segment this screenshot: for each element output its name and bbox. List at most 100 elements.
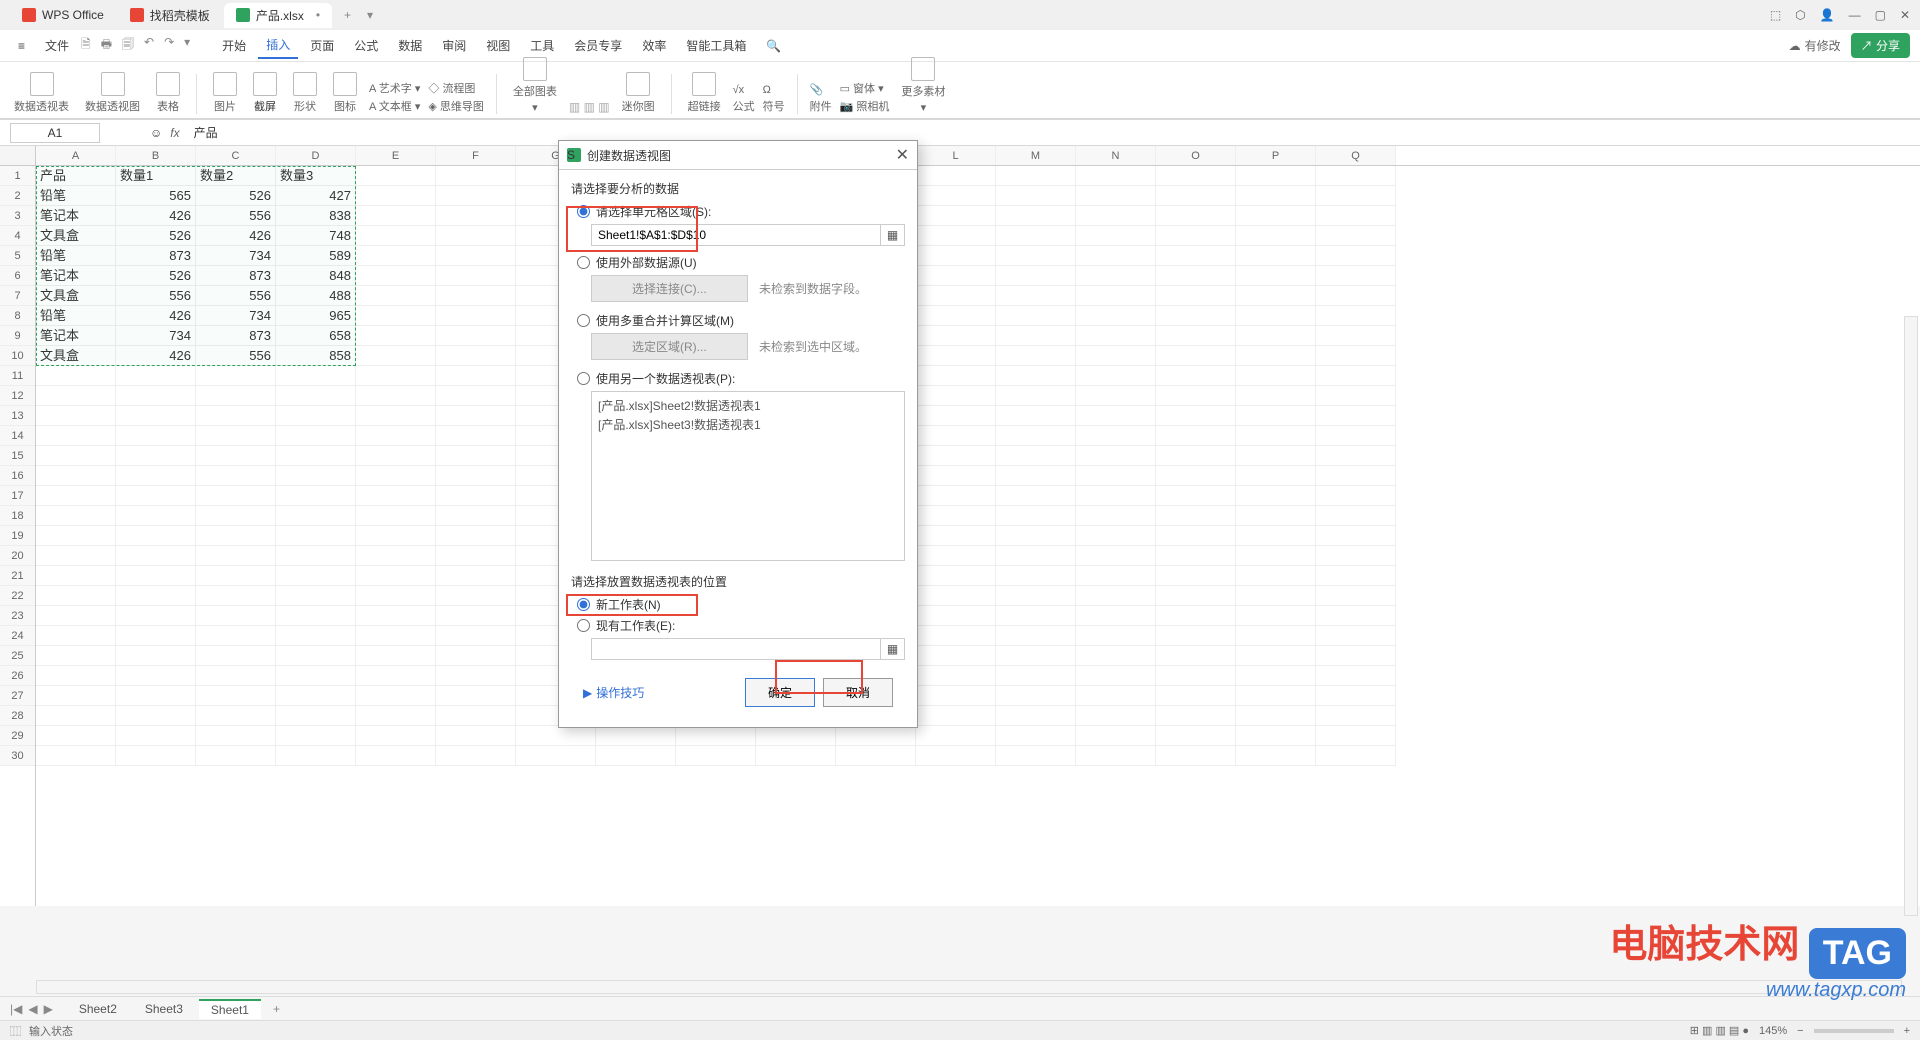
cell[interactable] [996,166,1076,186]
cell[interactable]: 488 [276,286,356,306]
cell[interactable] [996,466,1076,486]
tips-link[interactable]: ▶ 操作技巧 [583,684,644,701]
cell[interactable] [436,246,516,266]
status-view-icons[interactable]: ⊞ ▥ ▥ ▤ ● [1690,1024,1749,1037]
pivot-list-item[interactable]: [产品.xlsx]Sheet2!数据透视表1 [596,396,900,415]
cell[interactable] [1236,286,1316,306]
minimize-button[interactable]: — [1849,8,1861,22]
row-header[interactable]: 14 [0,426,35,446]
cell[interactable] [1076,746,1156,766]
menu-search-icon[interactable]: 🔍 [758,35,789,57]
col-header[interactable]: A [36,146,116,165]
cell[interactable] [1236,686,1316,706]
row-header[interactable]: 19 [0,526,35,546]
cell[interactable]: 笔记本 [36,326,116,346]
cell[interactable] [1076,506,1156,526]
cell[interactable] [1076,526,1156,546]
cell[interactable]: 笔记本 [36,266,116,286]
cell[interactable] [1316,706,1396,726]
cell[interactable] [916,486,996,506]
cell[interactable] [596,726,676,746]
cell[interactable] [1316,726,1396,746]
cell[interactable] [996,566,1076,586]
cell[interactable] [436,626,516,646]
col-header[interactable]: F [436,146,516,165]
cell[interactable] [436,506,516,526]
cell[interactable] [276,506,356,526]
cell[interactable] [276,426,356,446]
cell[interactable] [116,586,196,606]
cell[interactable] [356,166,436,186]
cell[interactable] [356,666,436,686]
row-header[interactable]: 15 [0,446,35,466]
cell[interactable] [1236,646,1316,666]
cell[interactable] [916,166,996,186]
cell[interactable] [436,366,516,386]
radio-exist-sheet[interactable]: 现有工作表(E): [571,617,905,634]
cell[interactable] [1236,486,1316,506]
fx-label[interactable]: fx [170,126,179,140]
dialog-titlebar[interactable]: S 创建数据透视图 ✕ [559,141,917,170]
ribbon-flowchart[interactable]: ◇ 流程图 [428,80,484,96]
cell[interactable]: 858 [276,346,356,366]
cell[interactable] [436,286,516,306]
cell[interactable] [1236,726,1316,746]
qa-print-icon[interactable]: 🖶 [101,35,112,56]
cell[interactable] [356,306,436,326]
cell[interactable] [916,706,996,726]
cell[interactable] [276,546,356,566]
cell[interactable] [1236,366,1316,386]
cell[interactable]: 556 [196,206,276,226]
cell[interactable] [36,466,116,486]
cell[interactable] [996,246,1076,266]
cell[interactable] [996,326,1076,346]
cell[interactable] [36,706,116,726]
cell[interactable] [1236,266,1316,286]
cell[interactable] [356,386,436,406]
qa-open-icon[interactable]: 🗎 [81,35,91,56]
cell[interactable] [1316,546,1396,566]
cell[interactable] [36,386,116,406]
cell[interactable] [1236,226,1316,246]
cell[interactable] [996,406,1076,426]
cell[interactable] [996,266,1076,286]
cell[interactable] [1236,546,1316,566]
cell[interactable] [116,686,196,706]
col-header[interactable]: M [996,146,1076,165]
cell[interactable] [756,746,836,766]
cell[interactable] [116,426,196,446]
cell[interactable] [1316,606,1396,626]
row-header[interactable]: 18 [0,506,35,526]
cell[interactable]: 文具盒 [36,286,116,306]
cell[interactable] [196,466,276,486]
cell[interactable] [916,446,996,466]
cell[interactable] [996,706,1076,726]
cell[interactable] [1156,186,1236,206]
cell[interactable] [916,546,996,566]
cell[interactable] [1236,506,1316,526]
cell[interactable] [1236,186,1316,206]
cell[interactable] [1156,246,1236,266]
cell[interactable] [116,606,196,626]
cell[interactable]: 数量1 [116,166,196,186]
select-all-corner[interactable] [0,146,35,166]
cell[interactable] [116,446,196,466]
cell[interactable] [356,526,436,546]
cell[interactable] [356,246,436,266]
cell[interactable] [996,286,1076,306]
row-header[interactable]: 26 [0,666,35,686]
cell[interactable] [116,526,196,546]
cell[interactable] [916,466,996,486]
cell[interactable] [1156,326,1236,346]
zoom-slider[interactable] [1814,1029,1894,1033]
cell[interactable] [436,606,516,626]
ribbon-pivot-chart[interactable]: 数据透视图 [81,72,144,114]
cell[interactable] [916,186,996,206]
cell[interactable] [996,626,1076,646]
cell[interactable] [996,446,1076,466]
cancel-button[interactable]: 取消 [823,678,893,707]
ribbon-attach[interactable]: 📎 [810,83,832,96]
cell[interactable] [756,726,836,746]
row-header[interactable]: 24 [0,626,35,646]
cell[interactable] [436,206,516,226]
